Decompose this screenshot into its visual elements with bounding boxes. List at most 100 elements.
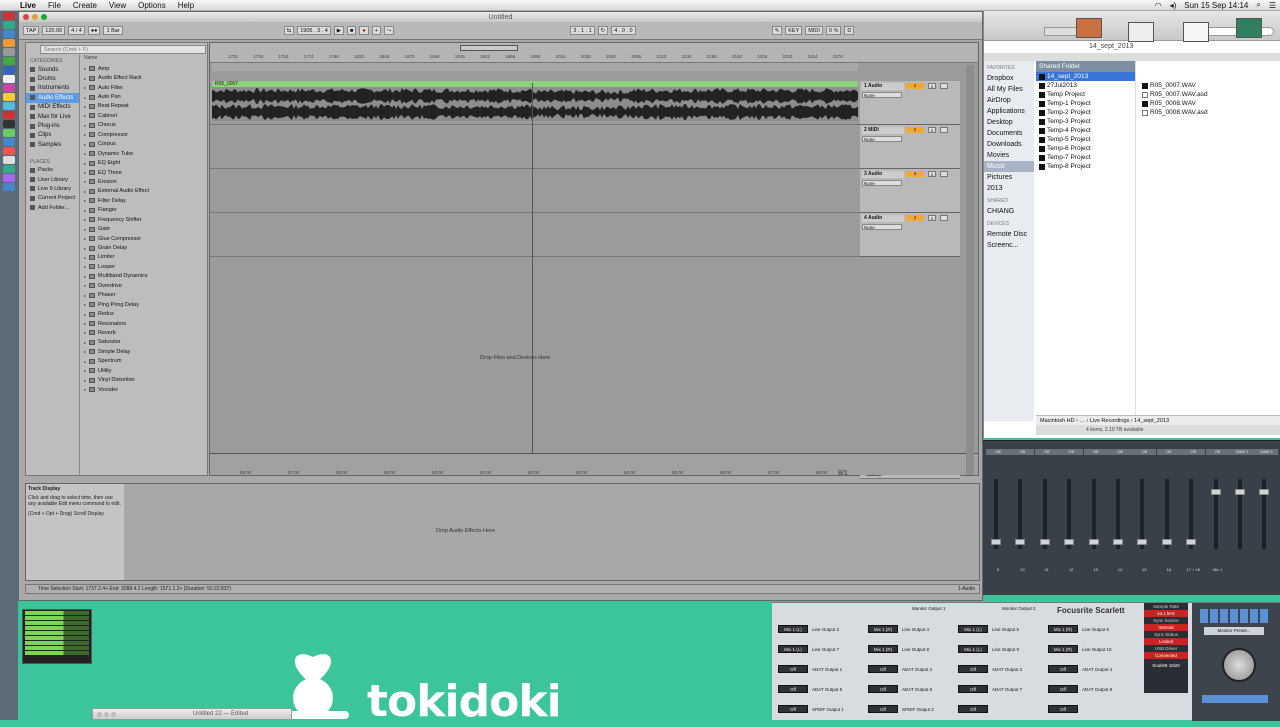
expand-arrow-icon[interactable]: ▸ (84, 85, 86, 90)
folder-row[interactable]: Temp-4 Project (1036, 126, 1135, 135)
channel-header[interactable]: DAW 2 (1254, 449, 1279, 455)
zoom-icon[interactable] (41, 14, 47, 20)
routing-source-button[interactable]: Off (778, 665, 808, 673)
dock-app-icon[interactable] (3, 21, 15, 29)
position-field[interactable]: 1905 . 3 . 4 (297, 26, 331, 35)
dock-app-icon[interactable] (3, 111, 15, 119)
sidebar-item[interactable]: AirDrop (984, 95, 1034, 106)
browser-search-input[interactable]: Search (Cmd + F) (40, 45, 206, 54)
solo-button[interactable]: S (928, 215, 936, 221)
device-item[interactable]: ▸ Gate (82, 224, 207, 233)
dock-app-icon[interactable] (3, 129, 15, 137)
routing-source-button[interactable]: Off (1048, 665, 1078, 673)
device-item[interactable]: ▸ Glue Compressor (82, 234, 207, 243)
routing-source-button[interactable]: Off (1048, 705, 1078, 713)
expand-arrow-icon[interactable]: ▸ (84, 198, 86, 203)
overdub-icon[interactable]: + (371, 26, 381, 35)
expand-arrow-icon[interactable]: ▸ (84, 189, 86, 194)
monitor-volume-knob[interactable] (1222, 648, 1256, 682)
device-item[interactable]: ▸ Multiband Dynamics (82, 272, 207, 281)
folder-row[interactable]: 14_sept_2013 (1036, 72, 1135, 81)
device-item[interactable]: ▸ External Audio Effect (82, 187, 207, 196)
arm-button[interactable] (940, 215, 948, 221)
close-icon[interactable] (23, 14, 29, 20)
device-item[interactable]: ▸ Frequency Shifter (82, 215, 207, 224)
device-item[interactable]: ▸ Grain Delay (82, 243, 207, 252)
device-item[interactable]: ▸ Amp (82, 64, 207, 73)
routing-source-button[interactable]: Off (778, 685, 808, 693)
record-icon[interactable]: ● (359, 26, 369, 35)
sidebar-item[interactable]: Dropbox (984, 73, 1034, 84)
track-header[interactable]: 4 Audio None 4 S (860, 213, 960, 257)
expand-arrow-icon[interactable]: ▸ (84, 321, 86, 326)
file-row[interactable]: R05_0008.WAV.asd (1139, 108, 1279, 117)
fader-knob[interactable] (1015, 539, 1026, 545)
menu-create[interactable]: Create (67, 1, 103, 10)
routing-source-button[interactable]: Off (958, 705, 988, 713)
expand-arrow-icon[interactable]: ▸ (84, 66, 86, 71)
device-item[interactable]: ▸ Overdrive (82, 281, 207, 290)
channel-header[interactable]: Off (1205, 449, 1230, 455)
device-item[interactable]: ▸ Limiter (82, 253, 207, 262)
dim-mute-buttons[interactable] (1202, 695, 1268, 703)
dock-app-icon[interactable] (3, 147, 15, 155)
category-item[interactable]: Clips (26, 131, 79, 140)
sidebar-item[interactable]: Movies (984, 150, 1034, 161)
folder-row[interactable]: Temp-6 Project (1036, 144, 1135, 153)
dock-app-icon[interactable] (3, 12, 15, 20)
place-item[interactable]: Packs (26, 166, 79, 175)
minimize-icon[interactable] (32, 14, 38, 20)
device-item[interactable]: ▸ Phaser (82, 291, 207, 300)
routing-source-button[interactable]: Mix 1 (L) (778, 625, 808, 633)
sidebar-item[interactable]: Applications (984, 106, 1034, 117)
folder-row[interactable]: Temp-5 Project (1036, 135, 1135, 144)
zoom-icon[interactable] (111, 712, 116, 717)
track-header[interactable]: 2 MIDI None 2 S (860, 125, 960, 169)
menu-file[interactable]: File (42, 1, 67, 10)
tap-button[interactable]: TAP (23, 26, 40, 35)
dock-app-icon[interactable] (3, 138, 15, 146)
path-bar[interactable]: Macintosh HD › … › Live Recordings › 14_… (1036, 415, 1280, 425)
mixer-channel[interactable]: Off 10 (1010, 449, 1035, 589)
solo-button[interactable]: S (928, 171, 936, 177)
track-name[interactable]: 2 MIDI (862, 127, 904, 134)
track-input-select[interactable]: None (862, 224, 902, 230)
menu-view[interactable]: View (103, 1, 132, 10)
expand-arrow-icon[interactable]: ▸ (84, 368, 86, 373)
arm-button[interactable] (940, 171, 948, 177)
channel-header[interactable]: Off (1156, 449, 1181, 455)
mixer-channel[interactable]: Off 16 (1156, 449, 1181, 589)
routing-source-button[interactable]: Mix 1 (L) (958, 645, 988, 653)
tempo-field[interactable]: 120.00 (42, 26, 66, 35)
routing-source-button[interactable]: Mix 1 (R) (1048, 645, 1078, 653)
dock-app-icon[interactable] (3, 156, 15, 164)
sync-source-value[interactable]: Internal (1144, 624, 1188, 631)
mixer-channel[interactable]: Off 15 (1132, 449, 1157, 589)
sidebar-item[interactable]: Music (984, 161, 1034, 172)
routing-source-button[interactable]: Mix 1 (L) (778, 645, 808, 653)
mixer-channel[interactable]: Off 12 (1059, 449, 1084, 589)
device-item[interactable]: ▸ Vocoder (82, 385, 207, 394)
device-item[interactable]: ▸ EQ Eight (82, 158, 207, 167)
track-input-select[interactable]: None (862, 180, 902, 186)
dock-app-icon[interactable] (3, 183, 15, 191)
notification-icon[interactable]: ☰ (1265, 1, 1280, 10)
category-item[interactable]: MIDI Effects (26, 103, 79, 112)
wifi-icon[interactable]: ◠ (1151, 1, 1166, 10)
expand-arrow-icon[interactable]: ▸ (84, 312, 86, 317)
expand-arrow-icon[interactable]: ▸ (84, 179, 86, 184)
solo-button[interactable]: S (928, 127, 936, 133)
key-map-button[interactable]: KEY (785, 26, 803, 35)
loop-length-field[interactable]: 4 . 0 . 0 (611, 26, 636, 35)
midi-map-button[interactable]: MIDI (805, 26, 823, 35)
expand-arrow-icon[interactable]: ▸ (84, 161, 86, 166)
device-item[interactable]: ▸ Auto Pan (82, 92, 207, 101)
device-item[interactable]: ▸ Ping Pong Delay (82, 300, 207, 309)
mixer-channel[interactable]: Off Mix 1 (1205, 449, 1230, 589)
dock-app-icon[interactable] (3, 48, 15, 56)
expand-arrow-icon[interactable]: ▸ (84, 236, 86, 241)
meter-field[interactable]: 4 / 4 (68, 26, 85, 35)
spotlight-icon[interactable]: ⌕ (1252, 0, 1264, 10)
volume-icon[interactable]: ◂) (1166, 1, 1181, 10)
fader-knob[interactable] (1113, 539, 1123, 545)
